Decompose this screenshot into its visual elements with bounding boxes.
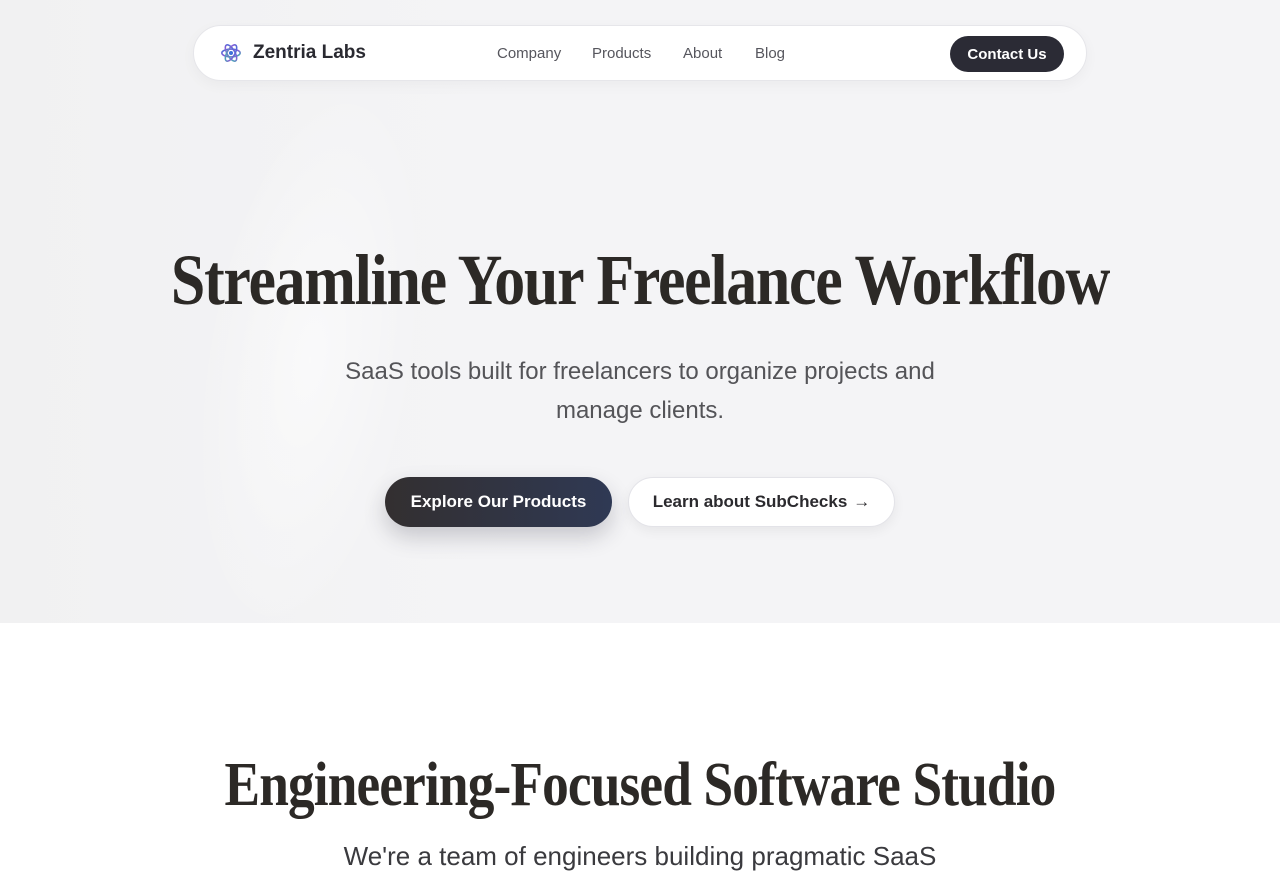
contact-us-button[interactable]: Contact Us bbox=[950, 36, 1064, 72]
nav-link-products[interactable]: Products bbox=[592, 45, 651, 63]
hero-section: Zentria Labs Company Products About Blog… bbox=[0, 0, 1280, 623]
section-title: Engineering-Focused Software Studio bbox=[224, 751, 1057, 819]
top-navbar: Zentria Labs Company Products About Blog… bbox=[193, 25, 1087, 81]
learn-subchecks-label: Learn about SubChecks bbox=[652, 492, 848, 511]
arrow-right-icon: → bbox=[853, 492, 871, 511]
section-subtitle: We're a team of engineers building pragm… bbox=[343, 841, 937, 871]
explore-products-button[interactable]: Explore Our Products bbox=[385, 477, 612, 527]
hero-subtitle: SaaS tools built for freelancers to orga… bbox=[345, 358, 935, 424]
learn-subchecks-button[interactable]: Learn about SubChecks → bbox=[628, 477, 895, 527]
nav-link-company[interactable]: Company bbox=[497, 45, 561, 63]
hero-title: Streamline Your Freelance Workflow bbox=[170, 240, 1110, 320]
nav-link-about[interactable]: About bbox=[683, 45, 722, 63]
nav-link-blog[interactable]: Blog bbox=[755, 45, 785, 63]
